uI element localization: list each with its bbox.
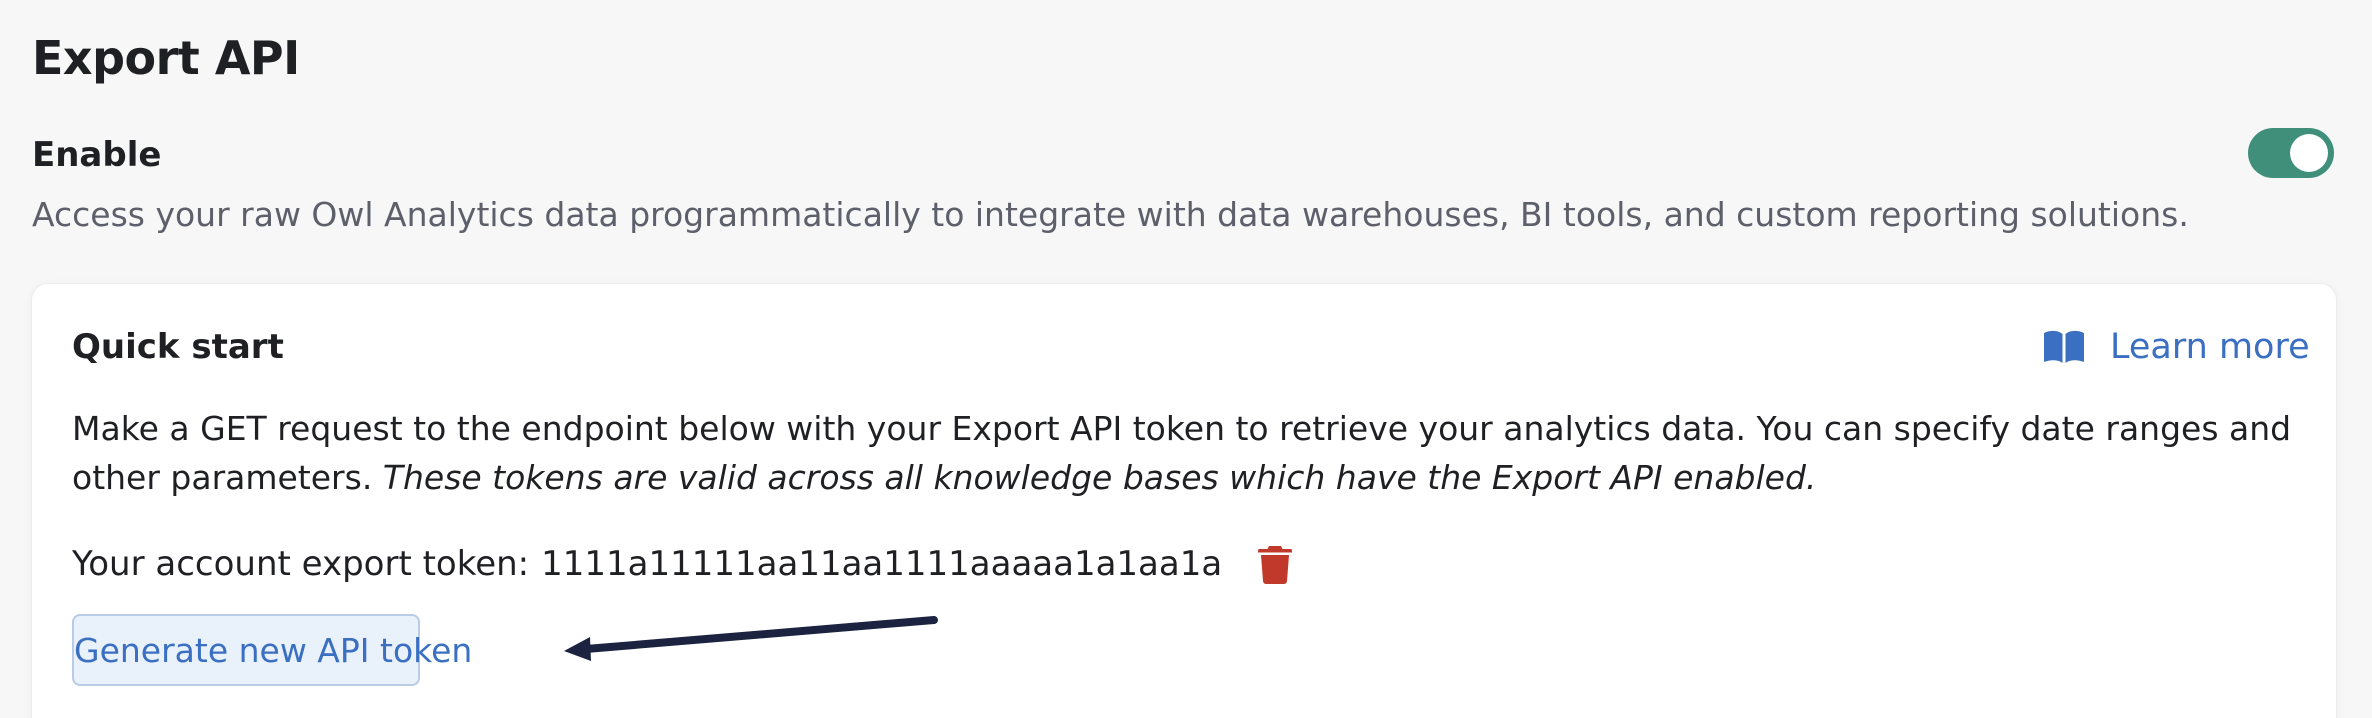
- quick-start-card: Quick start Learn more Make a GET reques…: [32, 284, 2336, 718]
- token-label: Your account export token:: [72, 544, 530, 584]
- generate-token-button[interactable]: Generate new API token: [72, 614, 472, 686]
- trash-icon[interactable]: [1258, 544, 1293, 584]
- annotation-arrow: [564, 616, 938, 661]
- toggle-knob: [2290, 134, 2328, 172]
- token-note: These tokens are valid across all knowle…: [382, 458, 1817, 497]
- export-api-page: Export API Enable Access your raw Owl An…: [0, 0, 2372, 718]
- page-title: Export API: [32, 31, 300, 85]
- learn-more-label: Learn more: [2110, 327, 2310, 367]
- enable-toggle[interactable]: [2248, 128, 2334, 178]
- token-value: 1111a11111aa11aa1111aaaaa1a1aa1a: [541, 544, 1223, 584]
- quick-start-description: Make a GET request to the endpoint below…: [72, 404, 2312, 502]
- enable-description: Access your raw Owl Analytics data progr…: [32, 195, 2189, 234]
- token-row: Your account export token: 1111a11111aa1…: [72, 536, 1293, 592]
- quick-start-title: Quick start: [72, 327, 284, 367]
- book-open-icon: [2044, 330, 2084, 363]
- enable-label: Enable: [32, 135, 162, 175]
- learn-more-link[interactable]: Learn more: [2042, 323, 2310, 371]
